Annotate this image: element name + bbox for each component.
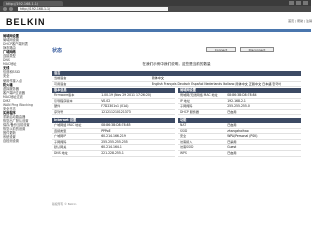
row-value: PPPoE [101,128,111,133]
row-value: English Français Deutsch Español Nederla… [151,81,281,86]
disconnect-button[interactable]: Disconnect [240,47,274,52]
window-controls [289,1,308,5]
table-row: 序列号 121211210121373 [52,110,175,116]
row-label: Firmware版本 [54,93,75,97]
row-value: F7D2301v1 (01A) [101,104,129,109]
table-row: WPS 已启用 [178,151,301,157]
internet-section: Internet 设置 广域网络 MAC 地址 08:86:3B:D8:78:85… [52,118,175,157]
row-value: 已启用 [227,150,237,155]
row-value: 08:86:3B:D8:78:85 [101,123,131,127]
header-divider [0,29,311,32]
connect-button[interactable]: Connect [206,47,236,52]
row-label: 访客SSID [180,145,194,150]
row-value: 简体中文 [151,76,164,80]
row-value: 已启用 [227,123,237,127]
row-value: V0.02 [101,98,111,103]
row-value: 192.168.2.1 [227,98,246,103]
table-row: DHCP 服务器 已启用 [178,110,301,116]
row-value: Guest [227,145,237,150]
row-label: NAT [180,123,187,127]
version-section: 版本信息 Firmware版本 1.00.19 (Nov 29 2011 17:2… [52,88,175,116]
row-label: 安全 [180,134,187,139]
row-label: IP 地址 [180,98,190,103]
sidebar-item[interactable]: 自检测设置 [0,139,46,143]
table-row: 可用语言 English Français Deutsch Español Ned… [52,82,301,88]
intro-text: 在我们示例中我们说明，这些是当前的数量 [142,62,211,66]
row-value: 60.214.164.1 [101,145,122,150]
footer-copyright: 版权所有 © Belkin [52,202,77,206]
row-label: 引导程序版本 [54,98,73,103]
row-value: 221.228.255.1 [101,150,124,155]
row-value: zhangzhaihao [227,128,249,133]
row-label: 广域网IP [54,134,67,139]
maximize-icon[interactable] [296,1,301,5]
features-section: 功能 NAT 已启用 SSID zhangzhaihao 安全 WPA/Personal … [178,118,301,157]
close-icon[interactable] [303,1,308,5]
back-icon[interactable] [3,7,7,11]
row-value: 60.214.166.219 [101,134,126,139]
row-label: 广域网络 MAC 地址 [54,123,82,127]
minimize-icon[interactable] [289,1,294,5]
row-value: 255.255.255.0 [227,104,250,109]
row-value: 121211210121373 [101,109,131,114]
belkin-logo: BELKIN [6,17,46,27]
row-label: SSID [180,128,188,133]
row-value: 已禁用 [227,139,237,144]
row-label: 子网掩码 [180,104,193,109]
table-row: DNS 地址 221.228.255.1 [52,151,175,157]
row-value: 1.00.19 (Nov 29 2011 17:26:20) [101,93,152,97]
row-label: 连接类型 [54,128,67,133]
row-value: 已启用 [227,109,237,114]
row-value: WPA/Personal (PSK) [227,134,258,139]
row-label: WPS [180,150,187,155]
row-label: DHCP 服务器 [180,109,199,114]
address-bar[interactable]: http://192.168.1.1/ [18,7,168,11]
row-label: 默认网关 [54,145,67,150]
sidebar-nav: 局域网设置 局域网设置 DHCP客户端列表 静态路由 广域网络 连接类型 DNS MAC地址无… [0,34,46,210]
row-value: 255.255.255.255 [101,139,128,144]
row-label: 当前语言 [54,76,67,80]
language-section: 语言 当前语言 简体中文 可用语言 English Français Deutsch … [52,71,301,88]
row-label: 子网掩码 [54,139,67,144]
header-links[interactable]: 首页 | 帮助 | 注销 [288,19,312,23]
forward-icon[interactable] [9,7,13,11]
row-label: DNS 地址 [54,150,68,155]
row-value: 08:86:3B:D8:78:84 [227,93,257,97]
row-label: 访客接入 [180,139,193,144]
lan-settings-section: 局域网设置 局域网/无线网络 MAC 地址 08:86:3B:D8:78:84 IP… [178,88,301,116]
page-title: 状态 [52,48,63,54]
row-label: 序列号 [54,109,64,114]
row-label: 局域网/无线网络 MAC 地址 [180,93,218,97]
row-label: 硬件 [54,104,61,109]
row-label: 可用语言 [54,81,67,86]
